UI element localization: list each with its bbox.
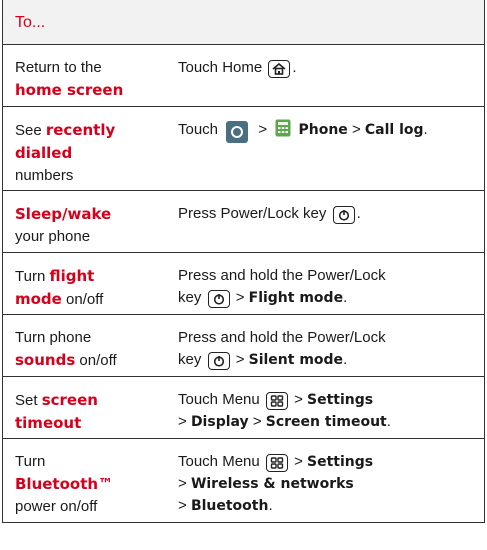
power-key-icon xyxy=(207,352,230,370)
action-text: Turn phone xyxy=(15,329,92,346)
instruction-text: Touch Home xyxy=(178,59,263,76)
action-cell: Turn flight mode on/off xyxy=(3,253,168,314)
action-highlight: Sleep/wake xyxy=(15,205,112,223)
instruction-text: . xyxy=(356,205,361,222)
separator: > xyxy=(235,289,245,306)
instruction-cell: Touch Menu > Settings > Display > Screen… xyxy=(168,377,484,438)
instruction-cell: Press Power/Lock key . xyxy=(168,191,484,252)
instruction-text: Press and hold the Power/Lock xyxy=(178,267,386,284)
separator: > xyxy=(351,121,361,138)
table-row: See recently dialled numbers Touch > Pho… xyxy=(3,107,484,191)
action-highlight: dialled xyxy=(15,144,73,162)
action-text: your phone xyxy=(15,228,91,245)
instruction-text: . xyxy=(386,413,391,430)
settings-label: Settings xyxy=(307,454,374,470)
phone-label: Phone xyxy=(298,122,348,138)
instruction-text: . xyxy=(268,497,273,514)
power-key-icon xyxy=(207,290,230,308)
app-launcher-icon xyxy=(226,121,249,143)
flight-mode-label: Flight mode xyxy=(248,290,344,306)
separator: > xyxy=(252,413,262,430)
instruction-text: Touch Menu xyxy=(178,453,260,470)
separator: > xyxy=(294,391,303,408)
separator: > xyxy=(178,497,187,514)
wireless-networks-label: Wireless & networks xyxy=(190,476,354,492)
instruction-text: Press and hold the Power/Lock xyxy=(178,329,386,346)
action-highlight: sounds xyxy=(15,351,76,369)
instruction-text: . xyxy=(292,59,297,76)
silent-mode-label: Silent mode xyxy=(248,352,344,368)
action-cell: Return to the home screen xyxy=(3,45,168,106)
menu-key-icon xyxy=(265,454,288,472)
instruction-text: . xyxy=(423,121,428,138)
instruction-text: Touch Menu xyxy=(178,391,260,408)
table-row: Turn flight mode on/off Press and hold t… xyxy=(3,253,484,315)
action-highlight: screen xyxy=(41,391,98,409)
instruction-text: Press Power/Lock key xyxy=(178,205,327,222)
screen-timeout-label: Screen timeout xyxy=(265,414,387,430)
table-row: Turn phone sounds on/off Press and hold … xyxy=(3,315,484,377)
action-text: on/off xyxy=(61,291,104,308)
menu-key-icon xyxy=(265,392,288,410)
action-cell: Set screen timeout xyxy=(3,377,168,438)
instruction-cell: Touch > Phone > Call log. xyxy=(168,107,484,190)
instruction-text: key xyxy=(178,289,202,306)
instruction-text: Touch xyxy=(178,121,219,138)
action-highlight: timeout xyxy=(15,414,82,432)
instruction-text: key xyxy=(178,351,202,368)
action-cell: Sleep/wake your phone xyxy=(3,191,168,252)
separator: > xyxy=(178,413,187,430)
action-cell: Turn Bluetooth™ power on/off xyxy=(3,439,168,522)
table-header: To... xyxy=(3,0,484,45)
instruction-table: To... Return to the home screen Touch Ho… xyxy=(2,0,485,523)
phone-app-icon xyxy=(275,119,291,144)
table-row: Set screen timeout Touch Menu > Settings… xyxy=(3,377,484,439)
action-text: power on/off xyxy=(15,498,98,515)
action-highlight: recently xyxy=(45,121,116,139)
table-row: Return to the home screen Touch Home . xyxy=(3,45,484,107)
action-cell: See recently dialled numbers xyxy=(3,107,168,190)
table-row: Turn Bluetooth™ power on/off Touch Menu … xyxy=(3,439,484,522)
action-text: on/off xyxy=(75,352,117,369)
action-highlight: Bluetooth™ xyxy=(15,475,114,493)
call-log-label: Call log xyxy=(364,122,424,138)
action-cell: Turn phone sounds on/off xyxy=(3,315,168,376)
bluetooth-label: Bluetooth xyxy=(190,498,269,514)
separator: > xyxy=(178,475,187,492)
action-highlight: home screen xyxy=(15,81,124,99)
action-highlight: flight xyxy=(49,267,95,285)
action-text: See xyxy=(15,122,46,139)
instruction-cell: Touch Menu > Settings > Wireless & netwo… xyxy=(168,439,484,522)
instruction-cell: Press and hold the Power/Lock key > Flig… xyxy=(168,253,484,314)
action-text: numbers xyxy=(15,167,74,184)
action-text: Turn xyxy=(15,453,46,470)
separator: > xyxy=(294,453,303,470)
separator: > xyxy=(258,121,268,138)
settings-label: Settings xyxy=(307,392,374,408)
action-text: Return to the xyxy=(15,59,102,76)
table-row: Sleep/wake your phone Press Power/Lock k… xyxy=(3,191,484,253)
display-label: Display xyxy=(190,414,249,430)
instruction-cell: Touch Home . xyxy=(168,45,484,106)
action-text: Set xyxy=(15,392,42,409)
separator: > xyxy=(235,351,245,368)
action-highlight: mode xyxy=(15,290,62,308)
instruction-text: . xyxy=(343,289,348,306)
power-key-icon xyxy=(332,206,355,224)
action-text: Turn xyxy=(15,268,50,285)
instruction-cell: Press and hold the Power/Lock key > Sile… xyxy=(168,315,484,376)
home-key-icon xyxy=(268,60,291,78)
instruction-text: . xyxy=(343,351,348,368)
